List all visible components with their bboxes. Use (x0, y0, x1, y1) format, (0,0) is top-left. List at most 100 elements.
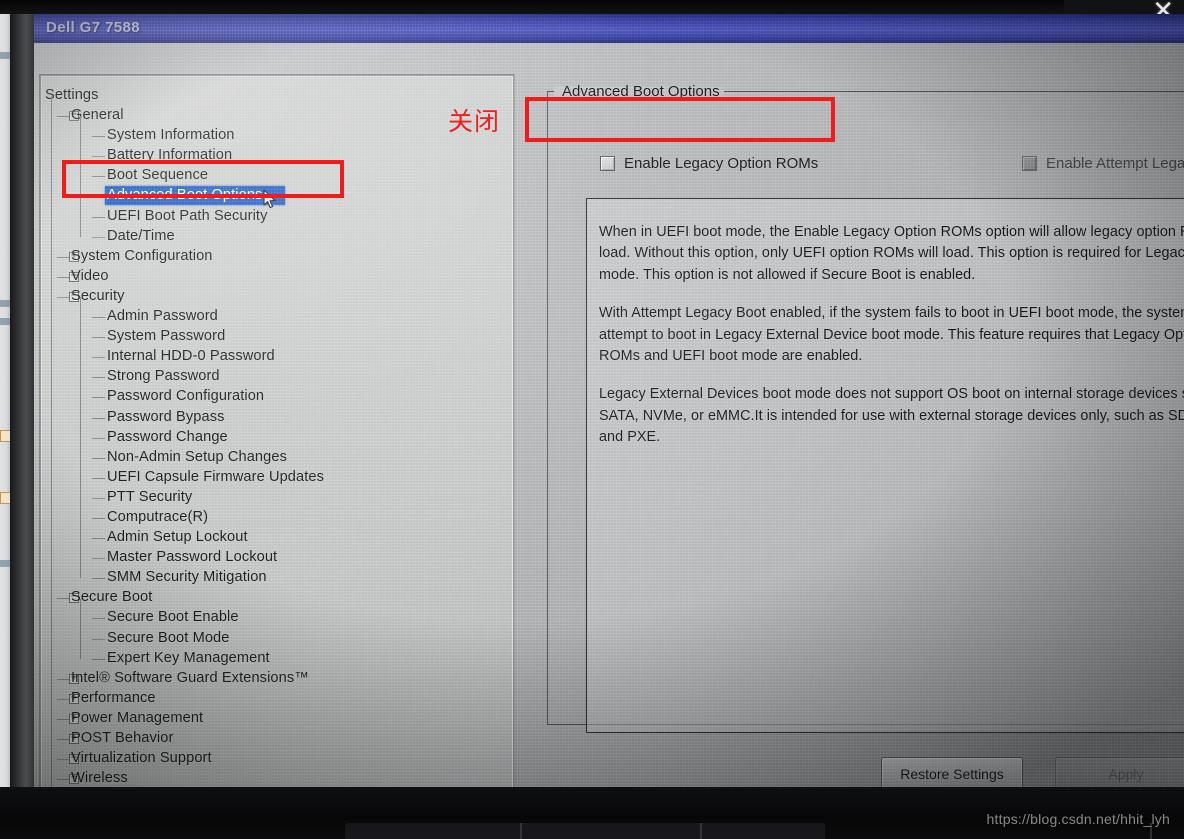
tree-connector (57, 598, 69, 600)
tree-item-admin-setup-lockout[interactable]: Admin Setup Lockout (45, 528, 505, 548)
tree-item-computrace-r[interactable]: Computrace(R) (45, 508, 505, 528)
tree-item-date-time[interactable]: Date/Time (45, 227, 505, 247)
tree-connector (92, 497, 105, 499)
tree-item-uefi-capsule-firmware-updates[interactable]: UEFI Capsule Firmware Updates (45, 468, 505, 488)
tree-item-uefi-boot-path-security[interactable]: UEFI Boot Path Security (45, 207, 505, 227)
tree-item-label: Strong Password (107, 368, 220, 385)
tree-item-video[interactable]: Video (45, 267, 505, 287)
tree-item-secure-boot-mode[interactable]: Secure Boot Mode (45, 629, 505, 649)
tree-item-strong-password[interactable]: Strong Password (45, 367, 505, 387)
tree-connector (92, 216, 105, 218)
tree-connector (92, 236, 105, 238)
tree-item-label: POST Behavior (71, 730, 174, 746)
tree-item-ptt-security[interactable]: PTT Security (45, 488, 505, 508)
tree-item-password-configuration[interactable]: Password Configuration (45, 387, 505, 407)
tree-item-virtualization-support[interactable]: Virtualization Support (45, 749, 505, 769)
window-titlebar: Dell G7 7588 (34, 14, 1184, 43)
tree-connector (57, 256, 69, 258)
tree-item-post-behavior[interactable]: POST Behavior (45, 729, 505, 749)
tree-connector (57, 759, 69, 761)
keyboard-hint (345, 823, 825, 839)
tree-item-label: Video (71, 267, 109, 284)
tree-item-label: Wireless (71, 770, 128, 787)
laptop-bezel-top (0, 0, 1184, 14)
tree-item-master-password-lockout[interactable]: Master Password Lockout (45, 548, 505, 568)
tree-item-wireless[interactable]: Wireless (45, 769, 505, 787)
tree-connector (92, 136, 105, 138)
tree-item-password-change[interactable]: Password Change (45, 428, 505, 448)
apply-label: Apply (1108, 766, 1144, 782)
tree-item-label: Secure Boot Enable (107, 609, 239, 626)
tree-connector (57, 698, 69, 700)
tree-item-power-management[interactable]: Power Management (45, 709, 505, 729)
tree-item-secure-boot-enable[interactable]: Secure Boot Enable (45, 608, 505, 628)
tree-connector (92, 156, 105, 158)
description-paragraph: Legacy External Devices boot mode does n… (599, 386, 1184, 446)
tree-item-secure-boot[interactable]: Secure Boot (45, 588, 505, 608)
tree-item-password-bypass[interactable]: Password Bypass (45, 408, 505, 428)
tree-item-label: Admin Password (107, 308, 218, 325)
annotation-box-tree-selection (62, 160, 344, 198)
tree-item-expert-key-management[interactable]: Expert Key Management (45, 649, 505, 669)
tree-item-intel-software-guard-extensions[interactable]: Intel® Software Guard Extensions™ (45, 669, 505, 689)
tree-item-label: Non-Admin Setup Changes (107, 448, 287, 465)
tree-connector (57, 116, 69, 118)
restore-settings-label: Restore Settings (900, 766, 1004, 782)
tree-connector (92, 558, 105, 560)
tree-item-non-admin-setup-changes[interactable]: Non-Admin Setup Changes (45, 448, 505, 468)
bios-photo: Dell G7 7588 Settings General System Infor… (0, 0, 1184, 839)
tree-connector (92, 477, 105, 479)
keyboard-gap (700, 823, 702, 839)
tree-item-label: Intel® Software Guard Extensions™ (71, 669, 309, 686)
tree-item-general[interactable]: General (45, 106, 505, 126)
tree-connector (57, 296, 69, 298)
tree-item-security[interactable]: Security (45, 287, 505, 307)
tree-item-label: Internal HDD-0 Password (107, 348, 275, 365)
restore-settings-button[interactable]: Restore Settings (881, 757, 1023, 787)
tree-item-system-configuration[interactable]: System Configuration (45, 247, 505, 267)
tree-item-internal-hdd-0-password[interactable]: Internal HDD-0 Password (45, 347, 505, 367)
tree-item-label: Settings (45, 87, 99, 103)
tree-item-system-information[interactable]: System Information (45, 126, 505, 146)
tree-connector-vertical (80, 297, 81, 579)
tree-connector (92, 517, 105, 519)
tree-connector (92, 397, 105, 399)
tree-item-settings[interactable]: Settings (45, 86, 505, 106)
enable-legacy-option-roms-row[interactable]: Enable Legacy Option ROMs (600, 155, 818, 173)
tree-item-smm-security-mitigation[interactable]: SMM Security Mitigation (45, 568, 505, 588)
tree-item-label: Date/Time (107, 227, 175, 244)
apply-button[interactable]: Apply (1055, 757, 1184, 787)
tree-connector (92, 377, 105, 379)
tree-connector (92, 457, 105, 459)
tree-item-label: Performance (71, 689, 156, 706)
tree-connector (57, 718, 69, 720)
tree-item-system-password[interactable]: System Password (45, 327, 505, 347)
tree-item-label: UEFI Capsule Firmware Updates (107, 468, 325, 485)
enable-attempt-legacy-label: Enable Attempt Legacy (1046, 155, 1184, 172)
tree-item-label: Admin Setup Lockout (107, 529, 248, 546)
tree-item-admin-password[interactable]: Admin Password (45, 307, 505, 327)
tree-item-label: Secure Boot (71, 589, 153, 606)
window-title: Dell G7 7588 (46, 19, 141, 36)
tree-item-label: UEFI Boot Path Security (107, 207, 268, 224)
tree-connector (92, 618, 105, 620)
tree-connector (92, 357, 105, 359)
annotation-box-legacy-checkbox (525, 97, 835, 142)
tree-item-performance[interactable]: Performance (45, 689, 505, 709)
tree-item-label: General (71, 107, 124, 124)
tree-connector (92, 437, 105, 439)
tree-connector (57, 739, 69, 740)
enable-attempt-legacy-row[interactable]: Enable Attempt Legacy (1022, 155, 1184, 173)
enable-legacy-option-roms-checkbox[interactable] (600, 156, 615, 171)
description-text: When in UEFI boot mode, the Enable Legac… (599, 222, 1184, 466)
tree-item-label: Power Management (71, 709, 204, 726)
tree-item-label: System Password (107, 328, 226, 345)
tree-connector (92, 638, 105, 640)
annotation-chinese-note: 关闭 (448, 107, 501, 136)
enable-attempt-legacy-checkbox[interactable] (1022, 156, 1037, 171)
tree-connector (92, 417, 105, 419)
tree-connector (57, 779, 69, 781)
tree-connector (92, 658, 105, 660)
tree-item-label: PTT Security (107, 488, 193, 505)
tree-connector (92, 578, 105, 580)
